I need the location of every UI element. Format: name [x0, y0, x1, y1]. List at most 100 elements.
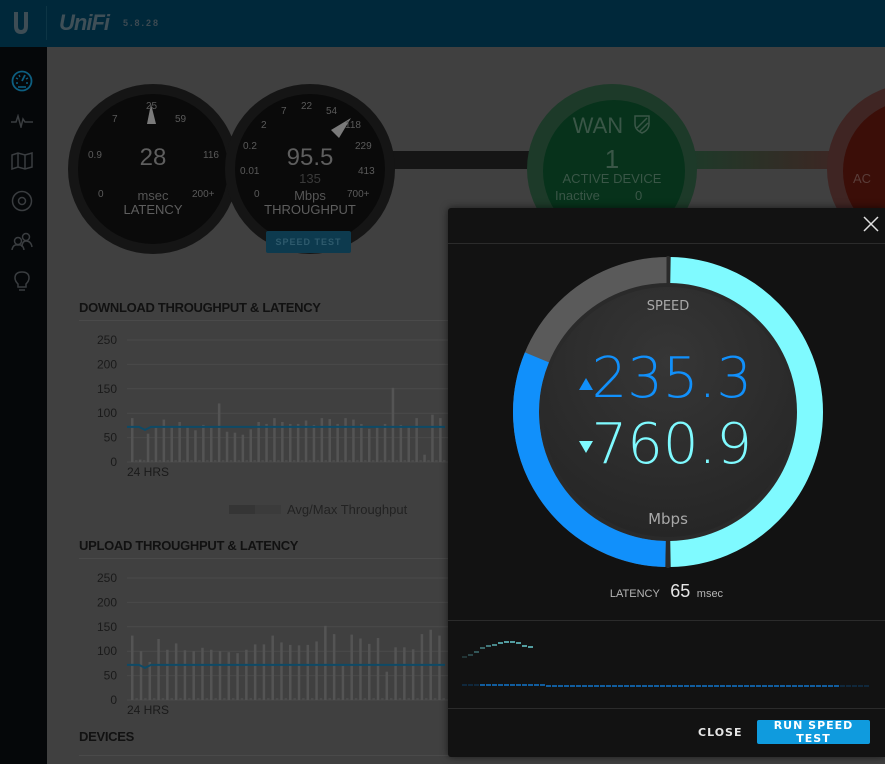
close-icon[interactable] — [863, 216, 879, 232]
avg-throughput-bar — [196, 698, 200, 700]
upload-section-title: UPLOAD THROUGHPUT & LATENCY — [79, 538, 299, 553]
sidebar-item-map[interactable] — [9, 148, 35, 174]
avg-throughput-bar — [206, 460, 209, 462]
avg-throughput-bar — [223, 698, 226, 700]
throughput-bar — [391, 387, 395, 462]
throughput-bar — [210, 649, 213, 700]
throughput-bar — [297, 645, 301, 700]
avg-throughput-bar — [443, 460, 446, 462]
avg-throughput-bar — [174, 460, 177, 462]
y-tick-label: 200 — [97, 595, 117, 609]
throughput-bar — [332, 634, 336, 700]
speed-unit: Mbps — [648, 510, 688, 528]
latency-value: 65 — [670, 581, 691, 601]
pulse-icon — [11, 114, 33, 128]
download-legend: Avg/Max Throughput — [229, 502, 407, 517]
throughput-bar — [218, 651, 222, 700]
modal-header — [448, 208, 885, 244]
speed-test-modal: SPEED 235.3 760.9 Mbps LATENCY 65 msec C… — [448, 208, 885, 757]
avg-throughput-bar — [310, 698, 314, 700]
close-button[interactable]: CLOSE — [698, 720, 742, 745]
avg-throughput-bar — [300, 460, 304, 462]
latency-line — [127, 425, 445, 431]
brand-logo[interactable]: UniFi — [59, 10, 110, 36]
top-bar: UniFi 5.8.28 — [0, 0, 885, 47]
sidebar-item-dashboard[interactable] — [9, 68, 35, 94]
avg-throughput-bar — [231, 698, 235, 700]
sidebar — [0, 47, 47, 764]
throughput-bar — [174, 643, 178, 700]
avg-throughput-bar — [395, 460, 399, 462]
avg-throughput-bar — [316, 460, 320, 462]
avg-throughput-bar — [249, 698, 252, 700]
avg-throughput-bar — [253, 460, 256, 462]
avg-throughput-bar — [425, 698, 428, 700]
wan-subtitle: ACTIVE DEVICE — [562, 171, 662, 186]
throughput-bar — [262, 644, 266, 700]
throughput-bar — [431, 414, 434, 462]
throughput-bar — [202, 424, 205, 462]
gauge-tick: 7 — [281, 106, 287, 117]
throughput-bar — [217, 403, 221, 462]
throughput-bar — [257, 421, 260, 462]
avg-throughput-bar — [170, 698, 173, 700]
avg-throughput-bar — [328, 698, 331, 700]
avg-throughput-bar — [135, 698, 138, 700]
avg-throughput-bar — [354, 698, 358, 700]
avg-throughput-bar — [229, 460, 233, 462]
sidebar-item-clients[interactable] — [9, 228, 35, 254]
throughput-bar — [245, 649, 248, 700]
throughput-bar — [341, 665, 345, 700]
avg-throughput-bar — [356, 460, 359, 462]
upload-value: 235.3 — [592, 346, 752, 411]
throughput-bar — [166, 649, 169, 700]
throughput-bar — [420, 634, 424, 700]
throughput-bar — [324, 625, 327, 700]
avg-throughput-bar — [293, 698, 296, 700]
sidebar-item-insights[interactable] — [9, 268, 35, 294]
speed-test-button[interactable]: SPEED TEST — [266, 231, 351, 253]
avg-throughput-bar — [166, 460, 170, 462]
avg-throughput-bar — [427, 460, 430, 462]
avg-throughput-bar — [411, 460, 414, 462]
wan-title: WAN — [527, 113, 697, 139]
gauge-tick: 118 — [345, 120, 361, 131]
download-chart-svg: 0 50 100 150 200 250 24 HRS — [97, 333, 449, 479]
throughput-bar — [289, 423, 292, 462]
avg-throughput-bar — [182, 460, 185, 462]
avg-throughput-bar — [188, 698, 191, 700]
shield-icon — [634, 115, 651, 134]
lightbulb-icon — [14, 271, 30, 291]
run-speed-test-button[interactable]: RUN SPEED TEST — [757, 719, 870, 745]
throughput-bar — [148, 661, 152, 700]
avg-throughput-bar — [285, 460, 288, 462]
throughput-bar — [385, 671, 389, 700]
throughput-bar — [273, 418, 276, 462]
sidebar-item-devices[interactable] — [9, 188, 35, 214]
throughput-bar — [368, 428, 371, 462]
speed-label: SPEED — [647, 299, 690, 314]
avg-throughput-bar — [190, 460, 193, 462]
avg-throughput-bar — [381, 698, 384, 700]
throughput-bar — [360, 423, 363, 462]
throughput-gauge: 22 7 54 2 118 0.2 229 0.01 413 0 700+ 95… — [225, 84, 395, 254]
gauge-tick: 25 — [146, 101, 158, 112]
y-tick-label: 150 — [97, 620, 117, 634]
sidebar-item-statistics[interactable] — [9, 108, 35, 134]
throughput-bar — [131, 418, 134, 462]
throughput-secondary: 135 — [299, 171, 321, 186]
section-divider — [79, 320, 449, 321]
throughput-bar — [192, 651, 195, 700]
avg-throughput-bar — [277, 460, 280, 462]
avg-throughput-bar — [433, 698, 437, 700]
avg-throughput-bar — [332, 460, 335, 462]
throughput-bar — [233, 432, 237, 462]
avg-throughput-bar — [292, 460, 296, 462]
throughput-bar — [131, 635, 134, 700]
y-tick-label: 100 — [97, 406, 117, 420]
avg-throughput-bar — [416, 698, 419, 700]
throughput-bar — [139, 651, 143, 700]
ubiquiti-logo-icon[interactable] — [10, 10, 32, 36]
gauge-tick: 54 — [326, 106, 338, 117]
speed-dial: SPEED 235.3 760.9 Mbps — [513, 256, 823, 568]
